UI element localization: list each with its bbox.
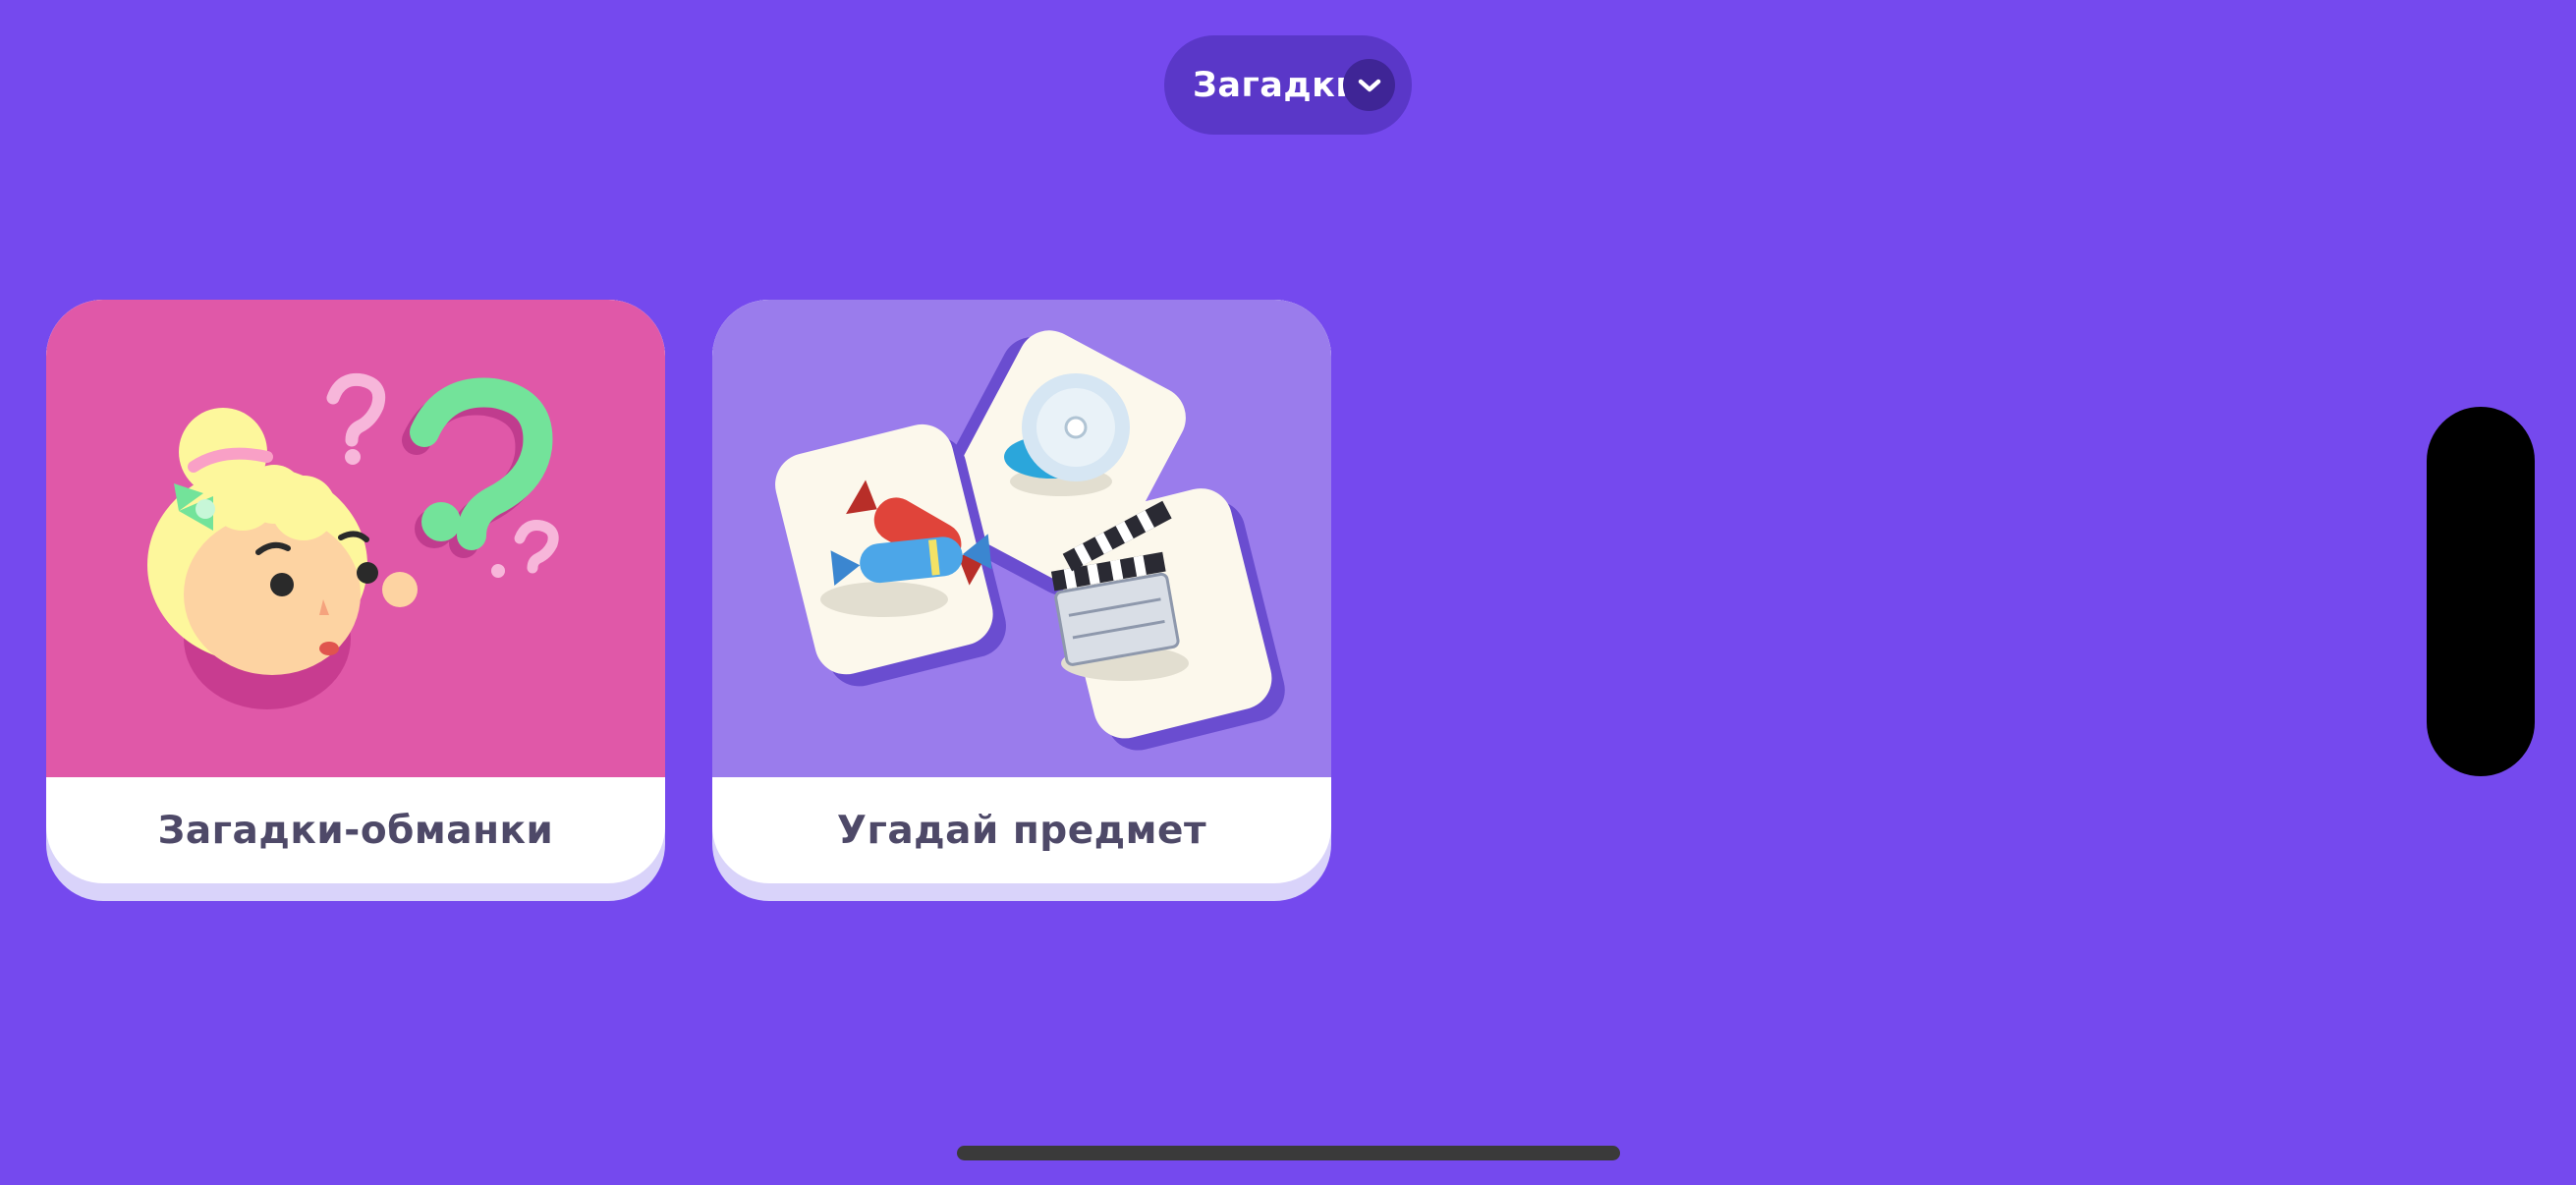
object-cards-icon (775, 330, 1285, 751)
card-illustration (46, 300, 665, 777)
card-title: Загадки-обманки (157, 808, 554, 853)
category-dropdown[interactable]: Загадки (1164, 35, 1412, 135)
game-card-trick-riddles[interactable]: Загадки-обманки (46, 300, 665, 901)
card-body: Угадай предмет (712, 300, 1331, 883)
card-illustration (712, 300, 1331, 777)
home-indicator[interactable] (957, 1146, 1620, 1160)
game-card-guess-object[interactable]: Угадай предмет (712, 300, 1331, 901)
side-overlay-pill (2427, 407, 2535, 776)
card-body: Загадки-обманки (46, 300, 665, 883)
card-title: Угадай предмет (836, 808, 1207, 853)
thinking-girl-icon (147, 372, 559, 709)
category-label: Загадки (1193, 65, 1361, 105)
app-screen: Загадки Загадки-обманки Угадай предмет (0, 0, 2576, 1185)
chevron-down-icon (1343, 59, 1395, 111)
